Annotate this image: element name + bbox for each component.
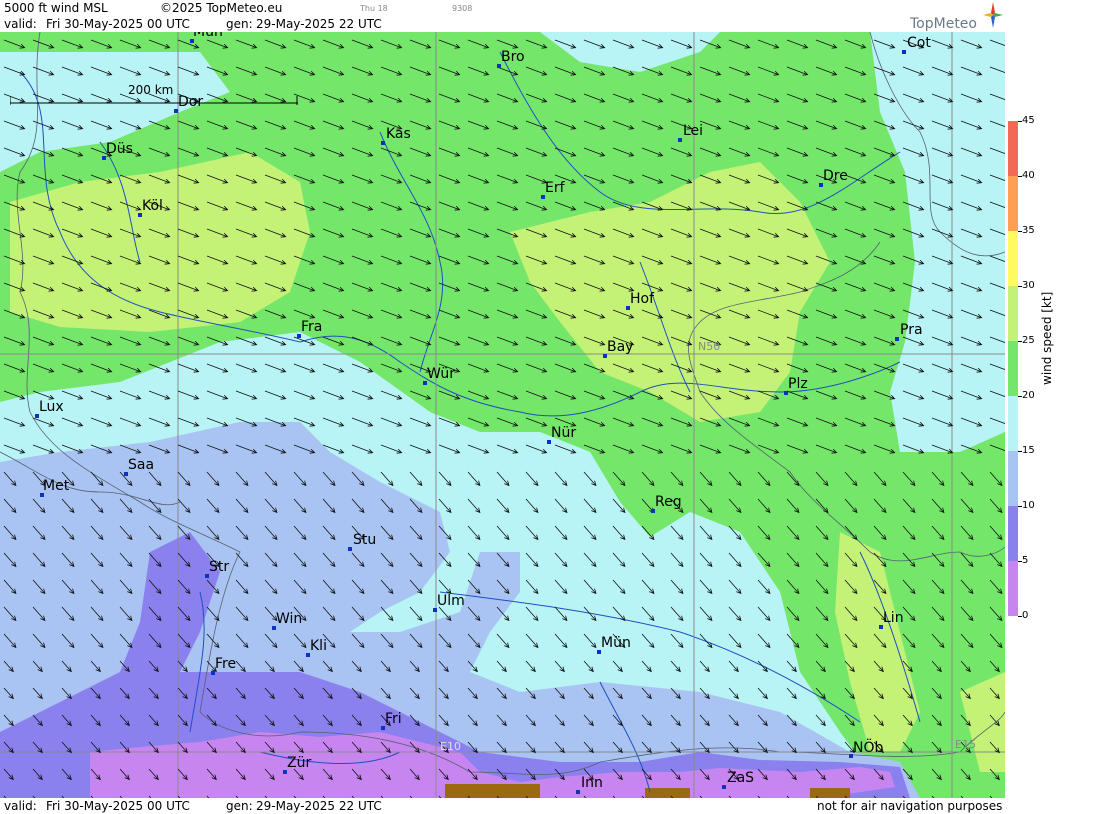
lon-label-e10: E10 [440,740,461,753]
city-label-dre[interactable]: Dre [823,168,848,184]
city-dot [902,50,906,54]
city-label-lux[interactable]: Lux [39,399,64,415]
city-label-met[interactable]: Met [43,478,69,494]
terrain-patch [445,784,540,798]
city-label-bay[interactable]: Bay [607,339,633,355]
legend-swatch-15-20 [1008,396,1018,451]
terrain-patch [645,788,690,798]
city-label-bro[interactable]: Bro [501,49,525,65]
city-label-fra[interactable]: Fra [301,319,322,335]
legend-panel [1005,0,1095,814]
city-label-plz[interactable]: Plz [788,376,808,392]
map-title: 5000 ft wind MSL [4,1,108,15]
city-label-mun[interactable]: Mün [193,32,223,40]
legend-swatch-5-10 [1008,506,1018,561]
city-label-reg[interactable]: Reg [655,494,682,510]
legend-swatch-10-15 [1008,451,1018,506]
footer-valid-label: valid: [4,799,37,813]
footer-gen-label: gen: [226,799,253,813]
lon-label-e15: E15 [955,738,976,751]
legend-tick-25: 25 [1022,335,1035,346]
valid-value: Fri 30-May-2025 00 UTC [46,17,190,31]
city-label-nob[interactable]: NÖb [853,740,883,756]
footer-valid-value: Fri 30-May-2025 00 UTC [46,799,190,813]
city-label-lin[interactable]: Lin [883,610,904,626]
legend-tick-15: 15 [1022,445,1035,456]
city-label-cot[interactable]: Cot [907,35,931,51]
city-label-mue[interactable]: Mün [601,635,631,651]
city-label-lei[interactable]: Lei [683,123,703,139]
header-line-2: valid: Fri 30-May-2025 00 UTC gen: 29-Ma… [0,16,1005,32]
legend-title: wind speed [kt] [1040,291,1054,385]
city-dot [895,337,899,341]
wind-map-svg [0,32,1005,798]
legend-swatch-35-40 [1008,176,1018,231]
city-label-fre[interactable]: Fre [215,656,236,672]
scale-bar-label: 200 km [128,83,174,97]
legend-tick-20: 20 [1022,390,1035,401]
legend-tick-10: 10 [1022,500,1035,511]
city-label-wur[interactable]: Wür [427,366,455,382]
legend-swatch-30-35 [1008,231,1018,286]
city-label-kas[interactable]: Kas [386,126,411,142]
legend-tick-30: 30 [1022,280,1035,291]
city-label-nur[interactable]: Nür [551,425,576,441]
topmeteo-logo[interactable]: TopMeteo [905,2,1003,32]
disclaimer: not for air navigation purposes [817,799,1003,813]
city-label-dus[interactable]: Düs [106,141,133,157]
city-dot [348,547,352,551]
city-label-saa[interactable]: Saa [128,457,154,473]
city-label-dor[interactable]: Dor [178,94,203,110]
wind-map[interactable]: 200 km N50 E10 E15 Mün Bro Cot Dor Kas L… [0,32,1005,798]
city-label-kol[interactable]: Köl [142,198,163,214]
city-dot [381,141,385,145]
legend-tick-0: 0 [1022,610,1029,621]
header-small-a: Thu 18 [360,4,388,13]
legend-swatch-0-5 [1008,561,1018,616]
header-small-b: 9308 [452,4,473,13]
valid-label: valid: [4,17,37,31]
copyright: ©2025 TopMeteo.eu [160,1,283,15]
legend-swatch-25-30 [1008,286,1018,341]
legend-tick-45: 45 [1022,115,1035,126]
footer: valid: Fri 30-May-2025 00 UTC gen: 29-Ma… [0,798,1005,814]
footer-gen-value: 29-May-2025 22 UTC [256,799,382,813]
scale-bar: 200 km [9,83,298,105]
city-label-kli[interactable]: Kli [310,638,327,654]
city-label-erf[interactable]: Erf [545,180,565,196]
city-label-hof[interactable]: Hof [630,291,654,307]
legend-swatch-20-25 [1008,341,1018,396]
gen-value: 29-May-2025 22 UTC [256,17,382,31]
legend-tick-40: 40 [1022,170,1035,181]
city-dot [576,790,580,794]
city-dot [678,138,682,142]
city-label-zur[interactable]: Zür [287,755,311,771]
header-line-1: 5000 ft wind MSL ©2025 TopMeteo.eu Thu 1… [0,0,1005,16]
gen-label: gen: [226,17,253,31]
city-label-inn[interactable]: Inn [581,775,603,791]
legend-swatch-40-45 [1008,121,1018,176]
city-label-win[interactable]: Win [276,611,302,627]
lat-label-n50: N50 [698,340,721,353]
city-label-stu[interactable]: Stu [353,532,376,548]
city-label-str[interactable]: Str [209,559,229,575]
city-label-fri[interactable]: Fri [385,711,402,727]
city-label-ulm[interactable]: Ulm [437,593,465,609]
legend-tick-5: 5 [1022,555,1029,566]
legend-tick-35: 35 [1022,225,1035,236]
city-label-pra[interactable]: Pra [900,322,923,338]
city-dot [722,785,726,789]
logo-text: TopMeteo [910,16,977,32]
city-label-zas[interactable]: ZaS [727,770,754,786]
compass-star-icon [983,2,1003,28]
